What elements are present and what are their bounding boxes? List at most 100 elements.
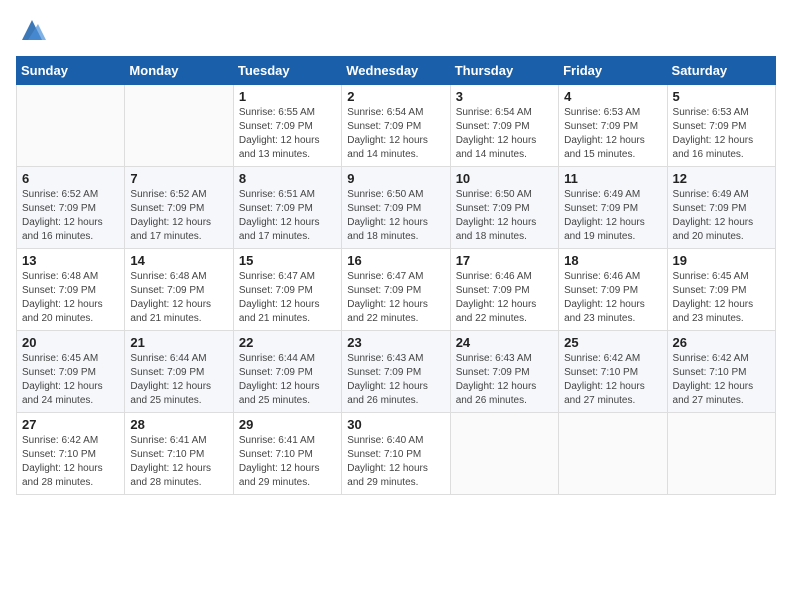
calendar-cell: 11Sunrise: 6:49 AM Sunset: 7:09 PM Dayli… bbox=[559, 167, 667, 249]
day-info: Sunrise: 6:43 AM Sunset: 7:09 PM Dayligh… bbox=[456, 352, 553, 408]
day-number: 21 bbox=[130, 335, 227, 350]
calendar-cell bbox=[17, 85, 125, 167]
day-info: Sunrise: 6:52 AM Sunset: 7:09 PM Dayligh… bbox=[22, 188, 119, 244]
day-info: Sunrise: 6:44 AM Sunset: 7:09 PM Dayligh… bbox=[239, 352, 336, 408]
day-number: 13 bbox=[22, 253, 119, 268]
day-info: Sunrise: 6:45 AM Sunset: 7:09 PM Dayligh… bbox=[673, 270, 770, 326]
calendar-cell: 18 Sunrise: 6:46 AM Sunset: 7:09 PM Dayli… bbox=[559, 249, 667, 331]
calendar-cell: 9Sunrise: 6:50 AM Sunset: 7:09 PM Daylig… bbox=[342, 167, 450, 249]
day-info: Sunrise: 6:40 AM Sunset: 7:10 PM Dayligh… bbox=[347, 434, 444, 490]
day-number: 4 bbox=[564, 89, 661, 104]
day-info: Sunrise: 6:45 AM Sunset: 7:09 PM Dayligh… bbox=[22, 352, 119, 408]
day-number: 3 bbox=[456, 89, 553, 104]
day-number: 25 bbox=[564, 335, 661, 350]
calendar-cell: 12Sunrise: 6:49 AM Sunset: 7:09 PM Dayli… bbox=[667, 167, 775, 249]
calendar-cell: 10 Sunrise: 6:50 AM Sunset: 7:09 PM Dayli… bbox=[450, 167, 558, 249]
day-info: Sunrise: 6:42 AM Sunset: 7:10 PM Dayligh… bbox=[22, 434, 119, 490]
calendar-week-row: 6 Sunrise: 6:52 AM Sunset: 7:09 PM Daylig… bbox=[17, 167, 776, 249]
calendar-table: SundayMondayTuesdayWednesdayThursdayFrid… bbox=[16, 56, 776, 495]
day-number: 16 bbox=[347, 253, 444, 268]
calendar-cell bbox=[559, 413, 667, 495]
calendar-cell: 14 Sunrise: 6:48 AM Sunset: 7:09 PM Dayli… bbox=[125, 249, 233, 331]
calendar-header-row: SundayMondayTuesdayWednesdayThursdayFrid… bbox=[17, 57, 776, 85]
day-info: Sunrise: 6:42 AM Sunset: 7:10 PM Dayligh… bbox=[564, 352, 661, 408]
calendar-cell: 8 Sunrise: 6:51 AM Sunset: 7:09 PM Daylig… bbox=[233, 167, 341, 249]
day-number: 30 bbox=[347, 417, 444, 432]
day-number: 14 bbox=[130, 253, 227, 268]
day-number: 23 bbox=[347, 335, 444, 350]
calendar-cell: 15Sunrise: 6:47 AM Sunset: 7:09 PM Dayli… bbox=[233, 249, 341, 331]
calendar-cell: 21 Sunrise: 6:44 AM Sunset: 7:09 PM Dayli… bbox=[125, 331, 233, 413]
calendar-cell: 17Sunrise: 6:46 AM Sunset: 7:09 PM Dayli… bbox=[450, 249, 558, 331]
calendar-cell: 30 Sunrise: 6:40 AM Sunset: 7:10 PM Dayli… bbox=[342, 413, 450, 495]
day-info: Sunrise: 6:52 AM Sunset: 7:09 PM Dayligh… bbox=[130, 188, 227, 244]
calendar-cell bbox=[667, 413, 775, 495]
day-number: 20 bbox=[22, 335, 119, 350]
day-info: Sunrise: 6:53 AM Sunset: 7:09 PM Dayligh… bbox=[564, 106, 661, 162]
calendar-week-row: 20 Sunrise: 6:45 AM Sunset: 7:09 PM Dayli… bbox=[17, 331, 776, 413]
day-number: 11 bbox=[564, 171, 661, 186]
day-number: 8 bbox=[239, 171, 336, 186]
day-number: 28 bbox=[130, 417, 227, 432]
calendar-cell: 22 Sunrise: 6:44 AM Sunset: 7:09 PM Dayli… bbox=[233, 331, 341, 413]
day-of-week-header: Sunday bbox=[17, 57, 125, 85]
calendar-cell: 5Sunrise: 6:53 AM Sunset: 7:09 PM Daylig… bbox=[667, 85, 775, 167]
day-info: Sunrise: 6:44 AM Sunset: 7:09 PM Dayligh… bbox=[130, 352, 227, 408]
calendar-cell: 28 Sunrise: 6:41 AM Sunset: 7:10 PM Dayli… bbox=[125, 413, 233, 495]
calendar-cell: 6 Sunrise: 6:52 AM Sunset: 7:09 PM Daylig… bbox=[17, 167, 125, 249]
calendar-cell: 4 Sunrise: 6:53 AM Sunset: 7:09 PM Daylig… bbox=[559, 85, 667, 167]
logo-icon bbox=[18, 16, 46, 44]
day-number: 7 bbox=[130, 171, 227, 186]
logo bbox=[16, 16, 46, 44]
day-info: Sunrise: 6:53 AM Sunset: 7:09 PM Dayligh… bbox=[673, 106, 770, 162]
day-info: Sunrise: 6:51 AM Sunset: 7:09 PM Dayligh… bbox=[239, 188, 336, 244]
day-number: 19 bbox=[673, 253, 770, 268]
calendar-cell: 2 Sunrise: 6:54 AM Sunset: 7:09 PM Daylig… bbox=[342, 85, 450, 167]
day-info: Sunrise: 6:55 AM Sunset: 7:09 PM Dayligh… bbox=[239, 106, 336, 162]
day-of-week-header: Saturday bbox=[667, 57, 775, 85]
calendar-cell bbox=[125, 85, 233, 167]
day-info: Sunrise: 6:54 AM Sunset: 7:09 PM Dayligh… bbox=[347, 106, 444, 162]
day-number: 18 bbox=[564, 253, 661, 268]
calendar-cell: 7 Sunrise: 6:52 AM Sunset: 7:09 PM Daylig… bbox=[125, 167, 233, 249]
day-number: 10 bbox=[456, 171, 553, 186]
page-header bbox=[16, 16, 776, 44]
calendar-cell: 13 Sunrise: 6:48 AM Sunset: 7:09 PM Dayli… bbox=[17, 249, 125, 331]
day-number: 2 bbox=[347, 89, 444, 104]
day-info: Sunrise: 6:54 AM Sunset: 7:09 PM Dayligh… bbox=[456, 106, 553, 162]
day-of-week-header: Friday bbox=[559, 57, 667, 85]
calendar-week-row: 27 Sunrise: 6:42 AM Sunset: 7:10 PM Dayli… bbox=[17, 413, 776, 495]
day-of-week-header: Tuesday bbox=[233, 57, 341, 85]
day-number: 26 bbox=[673, 335, 770, 350]
day-number: 29 bbox=[239, 417, 336, 432]
calendar-week-row: 1Sunrise: 6:55 AM Sunset: 7:09 PM Daylig… bbox=[17, 85, 776, 167]
calendar-cell: 26Sunrise: 6:42 AM Sunset: 7:10 PM Dayli… bbox=[667, 331, 775, 413]
day-number: 24 bbox=[456, 335, 553, 350]
day-info: Sunrise: 6:43 AM Sunset: 7:09 PM Dayligh… bbox=[347, 352, 444, 408]
calendar-cell: 19 Sunrise: 6:45 AM Sunset: 7:09 PM Dayli… bbox=[667, 249, 775, 331]
calendar-week-row: 13 Sunrise: 6:48 AM Sunset: 7:09 PM Dayli… bbox=[17, 249, 776, 331]
day-number: 27 bbox=[22, 417, 119, 432]
calendar-cell: 27 Sunrise: 6:42 AM Sunset: 7:10 PM Dayli… bbox=[17, 413, 125, 495]
day-number: 22 bbox=[239, 335, 336, 350]
day-info: Sunrise: 6:48 AM Sunset: 7:09 PM Dayligh… bbox=[130, 270, 227, 326]
day-info: Sunrise: 6:48 AM Sunset: 7:09 PM Dayligh… bbox=[22, 270, 119, 326]
calendar-cell: 1Sunrise: 6:55 AM Sunset: 7:09 PM Daylig… bbox=[233, 85, 341, 167]
day-number: 15 bbox=[239, 253, 336, 268]
calendar-cell: 20 Sunrise: 6:45 AM Sunset: 7:09 PM Dayli… bbox=[17, 331, 125, 413]
day-info: Sunrise: 6:46 AM Sunset: 7:09 PM Dayligh… bbox=[456, 270, 553, 326]
day-info: Sunrise: 6:50 AM Sunset: 7:09 PM Dayligh… bbox=[347, 188, 444, 244]
day-of-week-header: Monday bbox=[125, 57, 233, 85]
day-info: Sunrise: 6:49 AM Sunset: 7:09 PM Dayligh… bbox=[673, 188, 770, 244]
calendar-cell bbox=[450, 413, 558, 495]
day-of-week-header: Thursday bbox=[450, 57, 558, 85]
day-info: Sunrise: 6:46 AM Sunset: 7:09 PM Dayligh… bbox=[564, 270, 661, 326]
calendar-cell: 29Sunrise: 6:41 AM Sunset: 7:10 PM Dayli… bbox=[233, 413, 341, 495]
day-of-week-header: Wednesday bbox=[342, 57, 450, 85]
calendar-cell: 25 Sunrise: 6:42 AM Sunset: 7:10 PM Dayli… bbox=[559, 331, 667, 413]
day-info: Sunrise: 6:50 AM Sunset: 7:09 PM Dayligh… bbox=[456, 188, 553, 244]
day-info: Sunrise: 6:41 AM Sunset: 7:10 PM Dayligh… bbox=[130, 434, 227, 490]
calendar-cell: 24 Sunrise: 6:43 AM Sunset: 7:09 PM Dayli… bbox=[450, 331, 558, 413]
calendar-cell: 23 Sunrise: 6:43 AM Sunset: 7:09 PM Dayli… bbox=[342, 331, 450, 413]
day-number: 6 bbox=[22, 171, 119, 186]
